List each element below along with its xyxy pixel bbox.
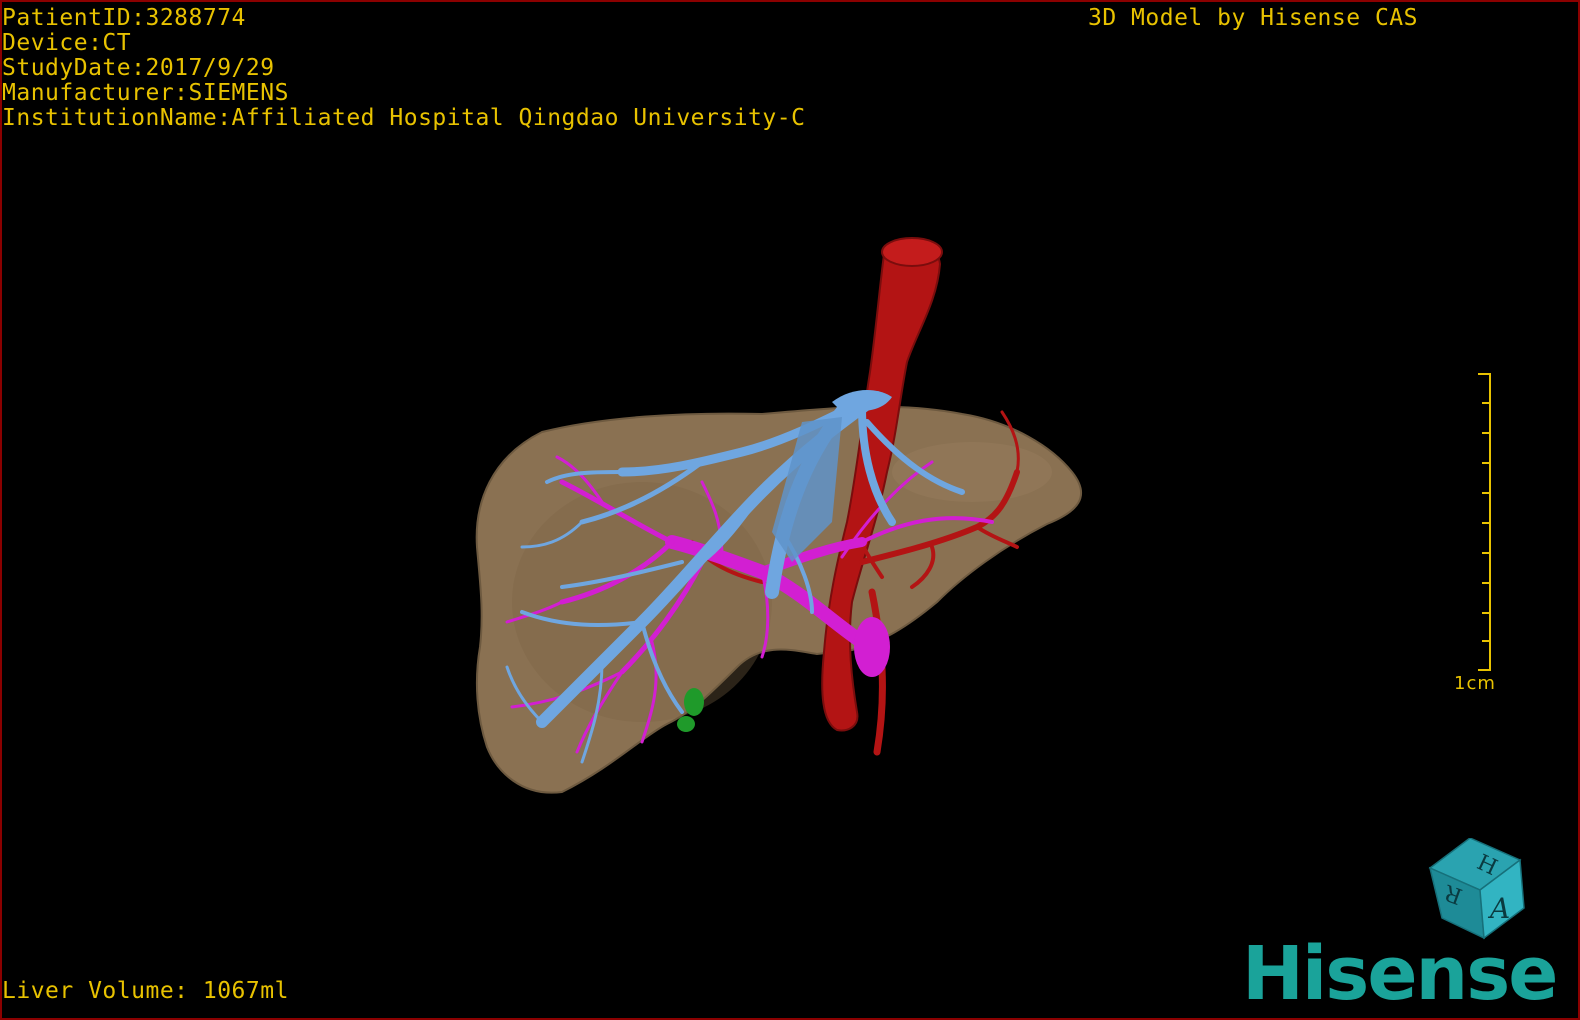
orientation-cube-icon[interactable]: H R A — [1420, 838, 1530, 942]
liver-volume-text: Liver Volume: 1067ml — [2, 978, 289, 1004]
device-text: Device:CT — [2, 30, 132, 56]
hisense-logo: Hisense — [1242, 931, 1558, 1017]
liver-3d-model[interactable] — [2, 2, 1578, 1018]
manufacturer-text: Manufacturer:SIEMENS — [2, 80, 289, 106]
3d-viewport[interactable]: PatientID:3288774 Device:CT StudyDate:20… — [0, 0, 1580, 1020]
institution-text: InstitutionName:Affiliated Hospital Qing… — [2, 105, 806, 131]
study-date-text: StudyDate:2017/9/29 — [2, 55, 275, 81]
model-credit-text: 3D Model by Hisense CAS — [1088, 5, 1418, 31]
patient-info-overlay: PatientID:3288774 Device:CT StudyDate:20… — [2, 6, 805, 131]
scale-label: 1cm — [1454, 673, 1496, 694]
scale-bar — [1478, 373, 1491, 671]
cube-face-front: A — [1487, 892, 1510, 925]
patient-id-text: PatientID:3288774 — [2, 5, 246, 31]
